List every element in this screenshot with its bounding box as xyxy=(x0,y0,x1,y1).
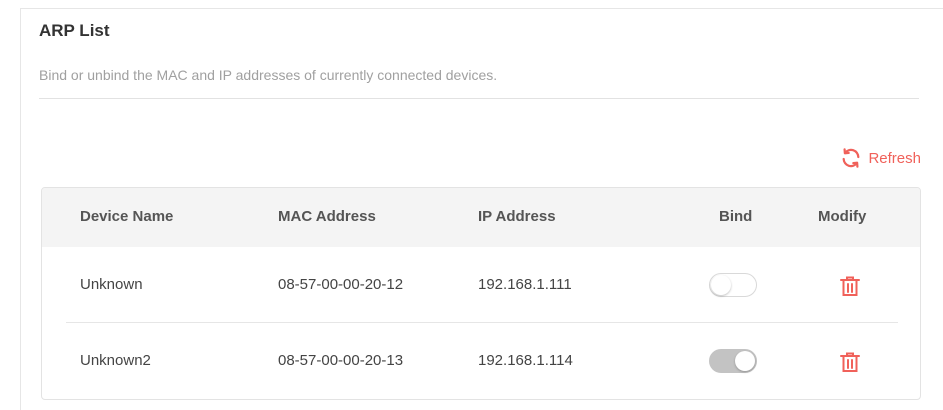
toggle-knob xyxy=(735,351,755,371)
trash-icon[interactable] xyxy=(839,350,861,374)
cell-mac-address: 08-57-00-00-20-12 xyxy=(278,276,404,293)
trash-icon[interactable] xyxy=(839,274,861,298)
bind-toggle[interactable] xyxy=(709,349,757,373)
cell-device-name: Unknown xyxy=(80,276,143,293)
cell-device-name: Unknown2 xyxy=(80,352,151,369)
table-row: Unknown 08-57-00-00-20-12 192.168.1.111 xyxy=(42,247,920,322)
divider xyxy=(39,98,919,99)
cell-mac-address: 08-57-00-00-20-13 xyxy=(278,352,404,369)
arp-table: Device Name MAC Address IP Address Bind … xyxy=(41,187,921,400)
header-mac-address: MAC Address xyxy=(278,208,376,225)
table-header: Device Name MAC Address IP Address Bind … xyxy=(42,188,920,247)
header-modify: Modify xyxy=(818,208,867,225)
header-bind: Bind xyxy=(719,208,753,225)
section-description: Bind or unbind the MAC and IP addresses … xyxy=(39,67,498,83)
section-title: ARP List xyxy=(39,21,110,40)
toggle-knob xyxy=(711,275,731,295)
bind-toggle[interactable] xyxy=(709,273,757,297)
refresh-icon xyxy=(840,147,862,169)
header-device-name: Device Name xyxy=(80,208,174,225)
table-row: Unknown2 08-57-00-00-20-13 192.168.1.114 xyxy=(42,323,920,398)
cell-ip-address: 192.168.1.111 xyxy=(478,276,572,293)
header-ip-address: IP Address xyxy=(478,208,556,225)
arp-list-panel: ARP List Bind or unbind the MAC and IP a… xyxy=(20,8,943,410)
refresh-label: Refresh xyxy=(868,149,921,167)
cell-ip-address: 192.168.1.114 xyxy=(478,352,573,369)
refresh-button[interactable]: Refresh xyxy=(840,147,921,169)
